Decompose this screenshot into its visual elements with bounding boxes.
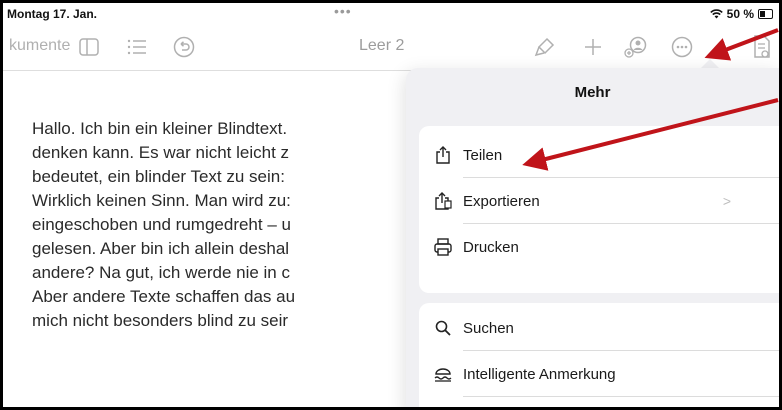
menu-group-secondary: Suchen Intelligente Anmerkung	[419, 303, 779, 407]
menu-item-label: Intelligente Anmerkung	[463, 365, 616, 383]
menu-item-search[interactable]: Suchen	[419, 305, 779, 351]
menu-item-label: Teilen	[463, 146, 503, 164]
sidebar-icon[interactable]	[76, 34, 102, 60]
battery-icon	[758, 9, 773, 19]
add-icon[interactable]	[580, 34, 606, 60]
status-right: 50 %	[709, 7, 773, 21]
menu-item-export[interactable]: Exportieren >	[419, 178, 779, 224]
menu-item-label: Drucken	[463, 238, 519, 256]
more-icon[interactable]	[669, 34, 695, 60]
menu-title: Mehr	[574, 84, 611, 101]
ipad-screen: Montag 17. Jan. ••• 50 % kumente Leer 2	[3, 3, 779, 407]
menu-item-smart-annotation[interactable]: Intelligente Anmerkung	[419, 351, 779, 397]
search-icon	[433, 318, 453, 338]
menu-group-primary: Teilen Exportieren > Drucken	[419, 126, 779, 293]
menu-item-share[interactable]: Teilen	[419, 132, 779, 178]
more-menu-popover: Mehr Teilen Exportieren > Drucken Suchen…	[406, 68, 779, 407]
export-icon	[433, 191, 453, 211]
status-date: Montag 17. Jan.	[7, 7, 98, 21]
list-icon[interactable]	[124, 34, 150, 60]
format-brush-icon[interactable]	[532, 34, 558, 60]
chevron-right-icon: >	[722, 193, 731, 209]
documents-back-button[interactable]: kumente	[9, 37, 70, 55]
smart-annotation-icon	[433, 364, 453, 384]
separator	[463, 396, 779, 397]
battery-percent: 50 %	[726, 7, 754, 21]
document-title[interactable]: Leer 2	[359, 37, 404, 55]
toolbar: kumente Leer 2	[3, 28, 779, 68]
undo-icon[interactable]	[171, 34, 197, 60]
multitasking-dots[interactable]: •••	[334, 3, 352, 19]
document-view-icon[interactable]	[749, 34, 775, 60]
printer-icon	[433, 237, 453, 257]
menu-item-print[interactable]: Drucken	[419, 224, 779, 270]
menu-item-label: Suchen	[463, 319, 514, 337]
collaborate-icon[interactable]	[623, 34, 649, 60]
menu-item-label: Exportieren	[463, 192, 540, 210]
status-bar: Montag 17. Jan. ••• 50 %	[3, 3, 779, 25]
wifi-icon	[709, 9, 723, 19]
share-icon	[433, 145, 453, 165]
